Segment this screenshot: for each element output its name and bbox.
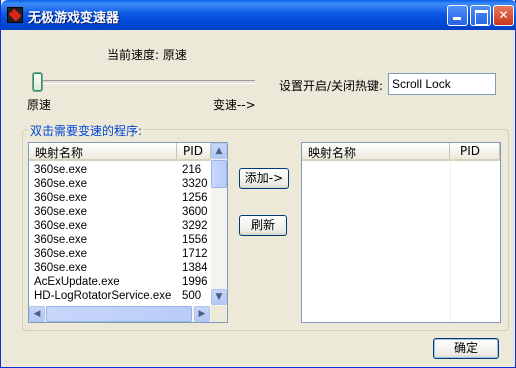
add-button[interactable]: 添加-> (239, 168, 289, 189)
current-speed-label: 当前速度: 原速 (107, 48, 187, 62)
table-row[interactable]: 360se.exe 3292 (29, 219, 211, 233)
process-name-cell: 360se.exe (34, 206, 88, 218)
scroll-corner (211, 306, 227, 322)
pid-cell: 1256 (182, 192, 208, 204)
pid-cell: 500 (182, 290, 202, 302)
process-list-body: 360se.exe 216 360se.exe 3320 360se.exe 1256 36… (29, 163, 211, 303)
main-window: 无极游戏变速器 ✕ 当前速度: 原速 原速 变速--> 设置开启/关闭热键: S… (0, 0, 516, 368)
table-row[interactable]: AcExUpdate.exe 1996 (29, 275, 211, 289)
maximize-button[interactable] (470, 5, 491, 26)
slider-min-label: 原速 (27, 98, 52, 112)
pid-cell: 3600 (182, 206, 208, 218)
window-title: 无极游戏变速器 (28, 11, 120, 26)
process-list[interactable]: 映射名称 PID 360se.exe 216 360se.exe 3320 360se.… (28, 142, 228, 323)
pid-cell: 3292 (182, 220, 208, 232)
process-name-cell: 360se.exe (34, 262, 88, 274)
pid-cell: 216 (182, 164, 202, 176)
process-name-cell: AcExUpdate.exe (34, 276, 120, 288)
scroll-left-button[interactable]: ◀ (29, 306, 45, 322)
selected-list[interactable]: 映射名称 PID (301, 142, 501, 323)
hscroll-thumb[interactable] (46, 306, 192, 322)
speed-slider-thumb[interactable] (32, 72, 43, 92)
pid-cell: 1712 (182, 248, 208, 260)
process-list-header: 映射名称 PID (29, 143, 211, 161)
process-name-cell: 360se.exe (34, 192, 88, 204)
table-row[interactable]: HD-LogRotatorService.exe 500 (29, 289, 211, 303)
pid-cell: 3320 (182, 178, 208, 190)
hotkey-label: 设置开启/关闭热键: (279, 79, 384, 93)
table-row[interactable]: 360se.exe 1556 (29, 233, 211, 247)
process-list-vscroll[interactable]: ▲ ▼ (211, 143, 227, 306)
close-button[interactable]: ✕ (493, 5, 514, 26)
table-row[interactable]: 360se.exe 3320 (29, 177, 211, 191)
group-label: 双击需要变速的程序: (28, 122, 145, 139)
ok-button[interactable]: 确定 (433, 338, 499, 359)
selected-column-pid[interactable]: PID (450, 143, 500, 159)
table-row[interactable]: 360se.exe 216 (29, 163, 211, 177)
process-name-cell: 360se.exe (34, 248, 88, 260)
scroll-down-button[interactable]: ▼ (211, 289, 227, 305)
pid-cell: 1384 (182, 262, 208, 274)
selected-column-image-name[interactable]: 映射名称 (302, 143, 450, 160)
process-name-cell: 360se.exe (34, 234, 88, 246)
process-name-cell: 360se.exe (34, 220, 88, 232)
slider-max-label: 变速--> (213, 98, 256, 112)
column-image-name[interactable]: 映射名称 (29, 143, 177, 160)
hotkey-input[interactable]: Scroll Lock (388, 73, 496, 95)
speed-slider-track[interactable] (39, 80, 255, 84)
vscroll-thumb[interactable] (211, 160, 227, 188)
selected-list-header: 映射名称 PID (302, 143, 500, 161)
app-icon[interactable] (7, 7, 23, 23)
scroll-right-button[interactable]: ▶ (194, 306, 210, 322)
process-name-cell: 360se.exe (34, 164, 88, 176)
refresh-button[interactable]: 刷新 (239, 215, 287, 236)
table-row[interactable]: 360se.exe 1256 (29, 191, 211, 205)
title-bar[interactable]: 无极游戏变速器 ✕ (1, 0, 516, 30)
process-name-cell: 360se.exe (34, 178, 88, 190)
process-list-hscroll[interactable]: ◀ ▶ (29, 306, 211, 322)
table-row[interactable]: 360se.exe 1384 (29, 261, 211, 275)
minimize-button[interactable] (447, 5, 468, 26)
pid-cell: 1556 (182, 234, 208, 246)
column-divider (450, 163, 451, 322)
pid-cell: 1996 (182, 276, 208, 288)
process-name-cell: HD-LogRotatorService.exe (34, 290, 172, 302)
table-row[interactable]: 360se.exe 1712 (29, 247, 211, 261)
scroll-up-button[interactable]: ▲ (211, 143, 227, 159)
table-row[interactable]: 360se.exe 3600 (29, 205, 211, 219)
column-pid[interactable]: PID (177, 143, 211, 159)
